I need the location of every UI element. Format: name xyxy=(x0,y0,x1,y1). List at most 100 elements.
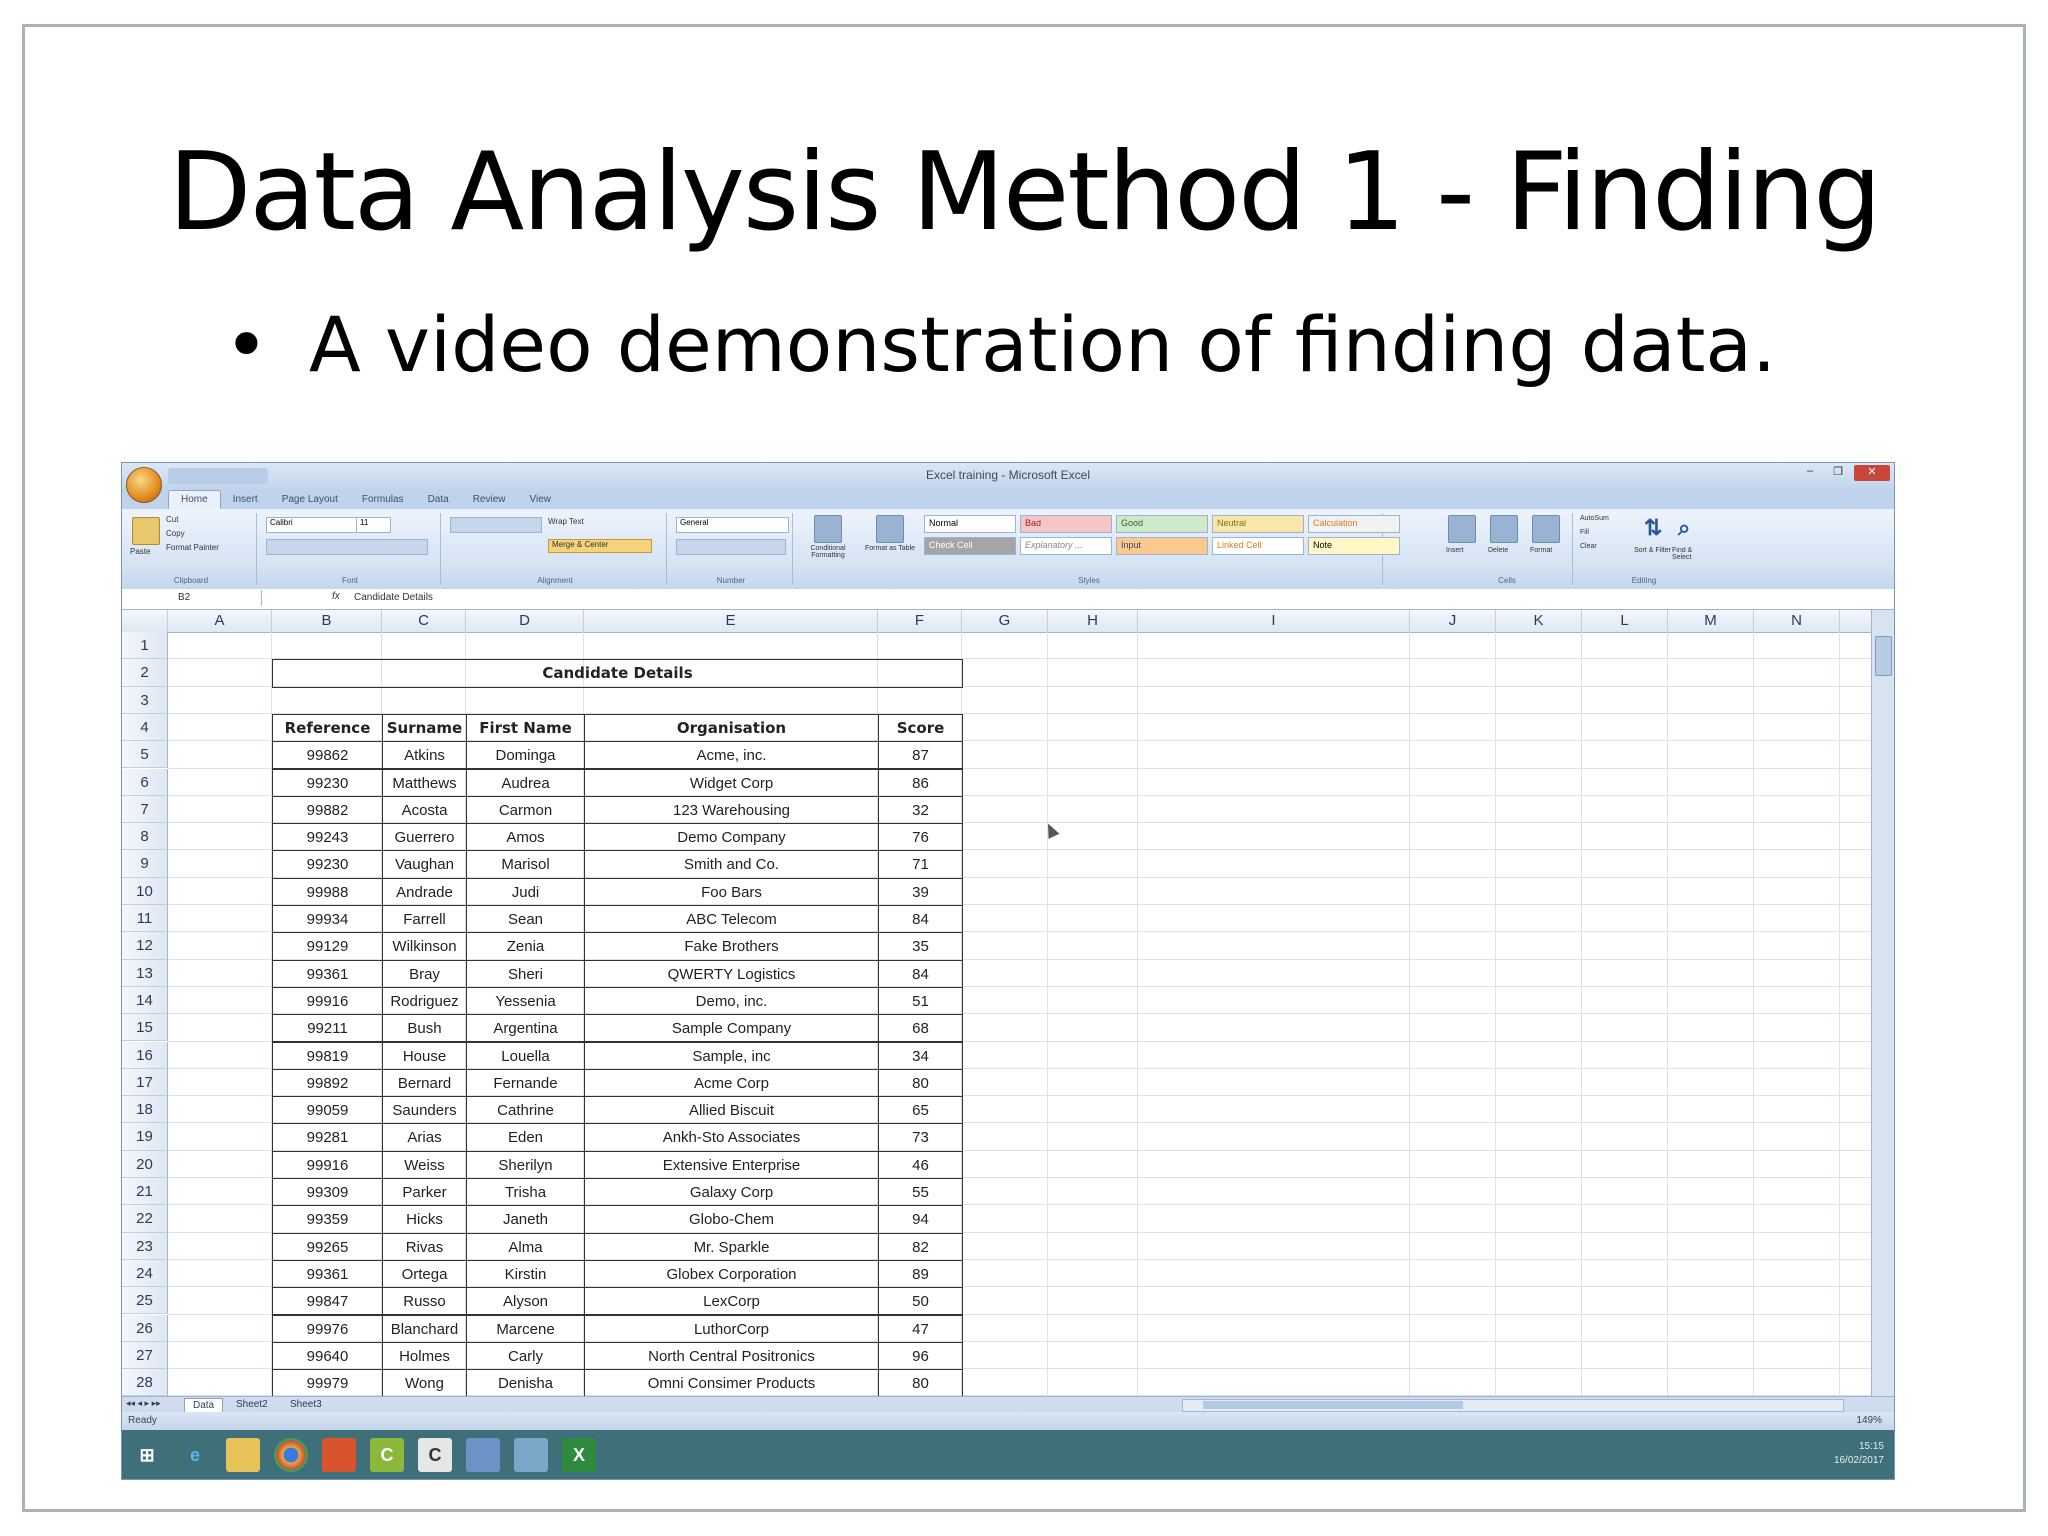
column-header-g[interactable]: G xyxy=(962,610,1048,632)
cell-organisation[interactable]: Widget Corp xyxy=(584,768,879,797)
cell-organisation[interactable]: Globo-Chem xyxy=(584,1205,879,1234)
cell-first-name[interactable]: Judi xyxy=(466,877,585,906)
app-disk-icon[interactable] xyxy=(514,1438,548,1472)
cell-reference[interactable]: 99640 xyxy=(272,1341,383,1371)
cell-reference[interactable]: 99265 xyxy=(272,1232,383,1261)
sort-filter-icon[interactable]: ⇅ xyxy=(1644,515,1662,541)
row-header-25[interactable]: 25 xyxy=(122,1287,168,1315)
cell-first-name[interactable]: Sheri xyxy=(466,959,585,988)
column-header-d[interactable]: D xyxy=(466,610,584,632)
cell-first-name[interactable]: Amos xyxy=(466,823,585,852)
cell-first-name[interactable]: Fernande xyxy=(466,1068,585,1098)
row-header-12[interactable]: 12 xyxy=(122,932,168,960)
row-header-5[interactable]: 5 xyxy=(122,741,168,769)
close-icon[interactable]: ✕ xyxy=(1854,465,1890,481)
cell-organisation[interactable]: Smith and Co. xyxy=(584,850,879,879)
clear-button[interactable]: Clear xyxy=(1580,543,1597,550)
row-header-6[interactable]: 6 xyxy=(122,768,168,796)
cell-surname[interactable]: Saunders xyxy=(382,1096,467,1125)
chrome-icon[interactable] xyxy=(274,1438,308,1472)
row-header-20[interactable]: 20 xyxy=(122,1150,168,1178)
cell-organisation[interactable]: Sample, inc xyxy=(584,1041,879,1070)
cell-organisation[interactable]: Globex Corporation xyxy=(584,1259,879,1289)
select-all-corner[interactable] xyxy=(122,610,168,632)
font-name-select[interactable]: Calibri xyxy=(266,517,357,533)
cell-first-name[interactable]: Eden xyxy=(466,1123,585,1152)
cell-first-name[interactable]: Alma xyxy=(466,1232,585,1261)
vertical-scroll-thumb[interactable] xyxy=(1875,636,1892,676)
header-reference[interactable]: Reference xyxy=(272,713,383,743)
tab-view[interactable]: View xyxy=(517,491,563,511)
sheet-tab-sheet3[interactable]: Sheet3 xyxy=(282,1398,330,1411)
cell-organisation[interactable]: Galaxy Corp xyxy=(584,1178,879,1207)
cell-score[interactable]: 39 xyxy=(878,877,963,906)
cell-reference[interactable]: 99361 xyxy=(272,1259,383,1289)
cell-organisation[interactable]: Demo Company xyxy=(584,823,879,852)
cell-organisation[interactable]: 123 Warehousing xyxy=(584,795,879,825)
cell-score[interactable]: 32 xyxy=(878,795,963,825)
format-painter-button[interactable]: Format Painter xyxy=(166,543,219,552)
cell-reference[interactable]: 99359 xyxy=(272,1205,383,1234)
cell-organisation[interactable]: QWERTY Logistics xyxy=(584,959,879,988)
cell-score[interactable]: 34 xyxy=(878,1041,963,1070)
tab-review[interactable]: Review xyxy=(461,491,518,511)
row-header-28[interactable]: 28 xyxy=(122,1369,168,1397)
row-header-2[interactable]: 2 xyxy=(122,659,168,687)
tab-data[interactable]: Data xyxy=(416,491,461,511)
copy-button[interactable]: Copy xyxy=(166,529,185,538)
cell-reference[interactable]: 99230 xyxy=(272,768,383,797)
app-c2-icon[interactable]: C xyxy=(418,1438,452,1472)
tab-home[interactable]: Home xyxy=(168,490,221,511)
wrap-text-button[interactable]: Wrap Text xyxy=(548,517,584,526)
cell-organisation[interactable]: Fake Brothers xyxy=(584,932,879,961)
spreadsheet-grid[interactable]: ABCDEFGHIJKLMN 1 2 3 4 5 6 7 8 9 10 11 12 13 14 15 16 17… xyxy=(122,610,1872,1398)
sheet-nav-icons[interactable]: ◂◂ ◂ ▸ ▸▸ xyxy=(126,1398,161,1409)
cell-surname[interactable]: Vaughan xyxy=(382,850,467,879)
cell-organisation[interactable]: Ankh-Sto Associates xyxy=(584,1123,879,1152)
cell-surname[interactable]: Guerrero xyxy=(382,823,467,852)
cell-first-name[interactable]: Carly xyxy=(466,1341,585,1371)
cell-reference[interactable]: 99892 xyxy=(272,1068,383,1098)
number-format-select[interactable]: General xyxy=(676,517,789,533)
column-header-b[interactable]: B xyxy=(272,610,382,632)
align-buttons[interactable] xyxy=(450,517,542,533)
horizontal-scroll-thumb[interactable] xyxy=(1203,1401,1463,1409)
header-first-name[interactable]: First Name xyxy=(466,713,585,743)
cell-score[interactable]: 80 xyxy=(878,1369,963,1398)
cell-first-name[interactable]: Marisol xyxy=(466,850,585,879)
row-header-23[interactable]: 23 xyxy=(122,1232,168,1260)
style-explanatory[interactable]: Explanatory ... xyxy=(1020,537,1112,555)
cell-score[interactable]: 55 xyxy=(878,1178,963,1207)
row-header-19[interactable]: 19 xyxy=(122,1123,168,1151)
cell-surname[interactable]: Blanchard xyxy=(382,1314,467,1343)
find-select-icon[interactable]: ⌕ xyxy=(1678,515,1690,541)
cell-organisation[interactable]: Extensive Enterprise xyxy=(584,1150,879,1179)
cell-organisation[interactable]: LuthorCorp xyxy=(584,1314,879,1343)
paste-icon[interactable] xyxy=(132,517,160,545)
cell-first-name[interactable]: Dominga xyxy=(466,741,585,770)
cell-organisation[interactable]: Foo Bars xyxy=(584,877,879,906)
horizontal-scrollbar[interactable] xyxy=(1182,1399,1844,1412)
font-size-select[interactable]: 11 xyxy=(356,517,391,533)
style-check-cell[interactable]: Check Cell xyxy=(924,537,1016,555)
column-header-e[interactable]: E xyxy=(584,610,878,632)
row-header-11[interactable]: 11 xyxy=(122,905,168,933)
cell-surname[interactable]: Arias xyxy=(382,1123,467,1152)
style-calculation[interactable]: Calculation xyxy=(1308,515,1400,533)
cell-organisation[interactable]: LexCorp xyxy=(584,1287,879,1316)
row-header-13[interactable]: 13 xyxy=(122,959,168,987)
cell-surname[interactable]: Bray xyxy=(382,959,467,988)
cell-surname[interactable]: Andrade xyxy=(382,877,467,906)
cut-button[interactable]: Cut xyxy=(166,515,178,524)
row-header-17[interactable]: 17 xyxy=(122,1068,168,1097)
cell-surname[interactable]: Parker xyxy=(382,1178,467,1207)
column-header-j[interactable]: J xyxy=(1410,610,1496,632)
cell-first-name[interactable]: Trisha xyxy=(466,1178,585,1207)
cell-surname[interactable]: Farrell xyxy=(382,905,467,934)
vertical-scrollbar[interactable] xyxy=(1871,610,1894,1396)
cell-surname[interactable]: Atkins xyxy=(382,741,467,770)
cell-surname[interactable]: House xyxy=(382,1041,467,1070)
cell-first-name[interactable]: Louella xyxy=(466,1041,585,1070)
cell-first-name[interactable]: Carmon xyxy=(466,795,585,825)
cell-score[interactable]: 51 xyxy=(878,986,963,1016)
